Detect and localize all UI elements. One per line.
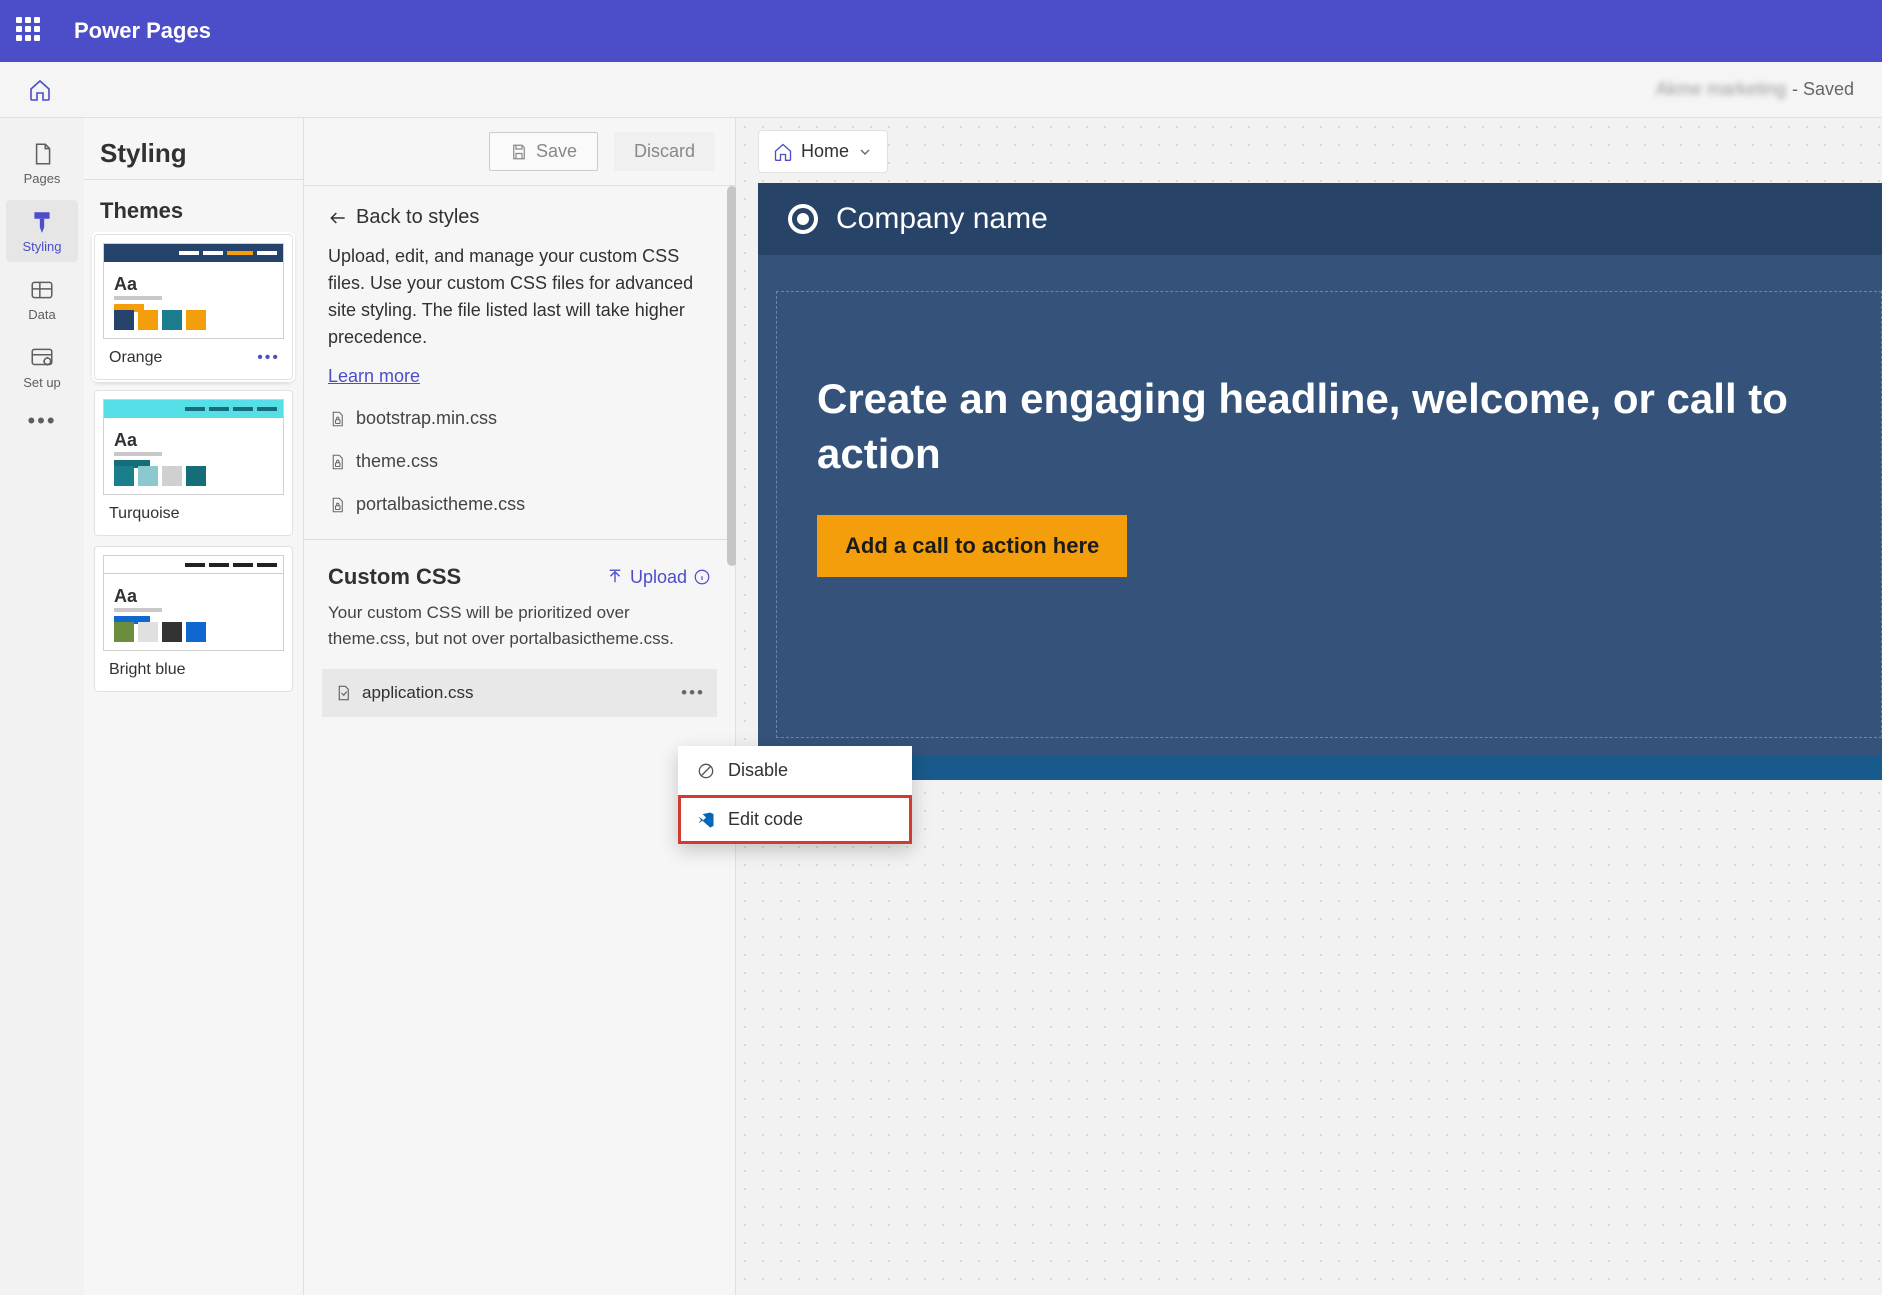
back-to-styles[interactable]: Back to styles [304,186,735,239]
theme-sample-text: Aa [114,430,137,451]
rail-label: Set up [23,375,61,390]
theme-sample-text: Aa [114,586,137,607]
rail-styling[interactable]: Styling [6,200,78,262]
preview-footer-strip [776,756,1882,780]
themes-panel: Styling Themes Aa Orange ••• Aa [84,118,304,1295]
vscode-icon [696,810,716,830]
file-name: theme.css [356,451,438,472]
custom-css-file[interactable]: application.css ••• [322,669,717,717]
site-preview: Home Company name Create an engaging hea… [736,118,1882,1295]
rail-data[interactable]: Data [6,268,78,330]
custom-css-description: Your custom CSS will be prioritized over… [304,596,735,663]
chevron-down-icon [857,144,873,160]
theme-name: Bright blue [109,661,186,679]
app-title: Power Pages [74,18,211,44]
menu-edit-code[interactable]: Edit code [678,795,912,844]
discard-label: Discard [634,141,695,162]
upload-icon [606,568,624,586]
css-file-locked: theme.css [328,451,711,472]
theme-card-orange[interactable]: Aa Orange ••• [94,234,293,380]
file-name: bootstrap.min.css [356,408,497,429]
theme-card-turquoise[interactable]: Aa Turquoise [94,390,293,536]
rail-pages[interactable]: Pages [6,132,78,194]
rail-label: Data [28,307,55,322]
home-icon [773,142,793,162]
lock-file-icon [328,410,346,428]
save-button[interactable]: Save [489,132,598,171]
app-header: Power Pages [0,0,1882,62]
company-name: Company name [836,202,1048,236]
css-file-locked: portalbasictheme.css [328,494,711,515]
disable-icon [696,761,716,781]
file-name: application.css [362,683,474,703]
discard-button[interactable]: Discard [614,132,715,171]
info-icon [693,568,711,586]
css-detail-panel: Save Discard Back to styles Upload, edit… [304,118,736,1295]
theme-more-icon[interactable]: ••• [257,349,280,367]
breadcrumb-label: Home [801,141,849,162]
rail-label: Pages [24,171,61,186]
save-label: Save [536,141,577,162]
preview-site-header: Company name [758,183,1882,255]
upload-button[interactable]: Upload [606,567,711,588]
hero-headline: Create an engaging headline, welcome, or… [817,372,1841,481]
rail-setup[interactable]: Set up [6,336,78,398]
context-menu: Disable Edit code [678,746,912,844]
file-name: portalbasictheme.css [356,494,525,515]
back-label: Back to styles [356,206,479,229]
cta-button[interactable]: Add a call to action here [817,515,1127,577]
rail-more-icon[interactable]: ••• [27,408,56,434]
panel-title: Styling [100,138,187,169]
upload-label: Upload [630,567,687,588]
file-icon [334,684,352,702]
company-logo-icon [788,204,818,234]
menu-disable[interactable]: Disable [678,746,912,795]
arrow-left-icon [328,208,348,228]
menu-label: Disable [728,760,788,781]
themes-heading: Themes [84,179,303,234]
saved-indicator: - Saved [1792,79,1854,100]
menu-label: Edit code [728,809,803,830]
theme-sample-text: Aa [114,274,137,295]
save-icon [510,143,528,161]
learn-more-link[interactable]: Learn more [328,366,420,386]
theme-name: Orange [109,349,162,367]
css-description: Upload, edit, and manage your custom CSS… [304,239,735,359]
app-launcher-icon[interactable] [16,17,44,45]
home-icon[interactable] [28,78,52,102]
file-more-icon[interactable]: ••• [681,683,705,703]
left-nav-rail: Pages Styling Data Set up ••• [0,118,84,1295]
css-file-locked: bootstrap.min.css [328,408,711,429]
site-name: Akme marketing [1656,79,1786,100]
lock-file-icon [328,496,346,514]
lock-file-icon [328,453,346,471]
command-bar: Akme marketing - Saved [0,62,1882,118]
theme-name: Turquoise [109,505,180,523]
preview-hero-section[interactable]: Create an engaging headline, welcome, or… [776,291,1882,738]
rail-label: Styling [22,239,61,254]
breadcrumb-home[interactable]: Home [758,130,888,173]
custom-css-heading: Custom CSS [328,564,461,590]
theme-card-bright-blue[interactable]: Aa Bright blue [94,546,293,692]
